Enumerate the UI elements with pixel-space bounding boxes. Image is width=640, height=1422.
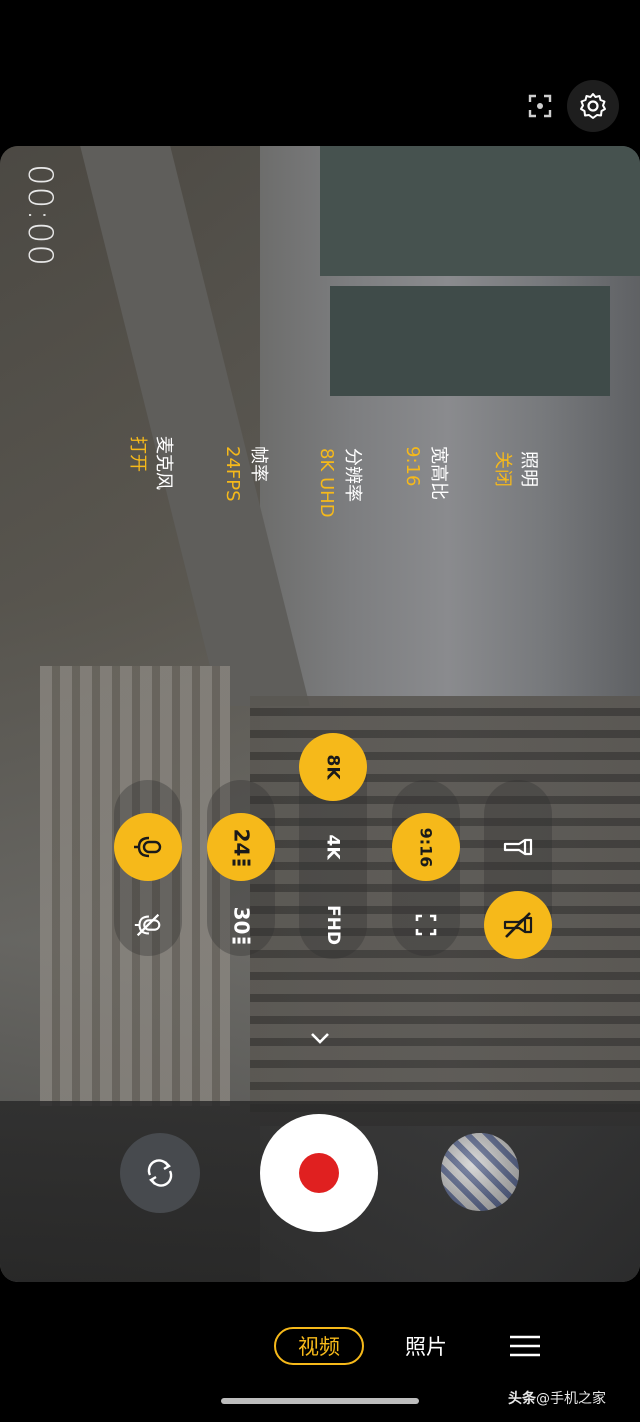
- collapse-panel-button[interactable]: [304, 1024, 336, 1052]
- flashlight-icon: [503, 838, 533, 856]
- gear-icon: [580, 93, 606, 119]
- fps-24-button[interactable]: 24: [207, 813, 275, 881]
- mic-off-icon: [134, 913, 161, 937]
- info-aspect-value: 9:16: [402, 446, 423, 487]
- mode-video-label: 视频: [298, 1335, 340, 1359]
- res-4k-label: 4K: [322, 834, 343, 860]
- mic-on-button[interactable]: [114, 813, 182, 881]
- home-indicator[interactable]: [221, 1398, 419, 1404]
- watermark-prefix: 头条: [508, 1391, 536, 1407]
- mode-video-tab[interactable]: 视频: [274, 1327, 364, 1365]
- switch-camera-icon: [147, 1159, 173, 1187]
- res-8k-label: 8K: [322, 754, 343, 780]
- mode-photo-label: 照片: [405, 1335, 447, 1359]
- info-lighting: 照明 关闭: [489, 451, 541, 541]
- watermark: 头条@手机之家: [508, 1388, 638, 1412]
- focus-frame-button[interactable]: [522, 88, 558, 124]
- info-framerate: 帧率 24FPS: [219, 446, 271, 546]
- info-resolution-label: 分辨率: [342, 448, 363, 502]
- res-fhd-label: FHD: [322, 905, 343, 945]
- info-resolution: 分辨率 8K UHD: [313, 448, 365, 568]
- light-off-button[interactable]: [484, 891, 552, 959]
- watermark-handle: @手机之家: [536, 1391, 606, 1407]
- fps-30-label: 30: [229, 906, 253, 935]
- fps-24-content: 24: [229, 829, 253, 866]
- tower-mid: [330, 286, 610, 396]
- tower-top-right: [320, 146, 640, 276]
- aspect-full-button[interactable]: [392, 891, 460, 959]
- info-mic: 麦克风 打开: [124, 436, 176, 536]
- info-lighting-label: 照明: [518, 451, 539, 487]
- aspect-916-label: 9:16: [416, 827, 436, 867]
- fps-24-label: 24: [229, 828, 253, 857]
- mic-off-button[interactable]: [114, 891, 182, 959]
- info-mic-value: 打开: [127, 436, 148, 472]
- settings-button[interactable]: [567, 80, 619, 132]
- thumbnail-image: [441, 1133, 519, 1211]
- camera-viewfinder[interactable]: [0, 146, 640, 1282]
- fullscreen-icon: [415, 914, 437, 936]
- record-dot-icon: [299, 1153, 339, 1193]
- film-icon: [232, 859, 250, 866]
- info-lighting-value: 关闭: [492, 451, 513, 487]
- more-modes-button[interactable]: [506, 1332, 544, 1360]
- chevron-down-icon: [311, 1033, 329, 1044]
- mic-icon: [134, 836, 162, 858]
- flashlight-off-icon: [503, 912, 533, 938]
- film-icon: [232, 937, 250, 944]
- gallery-thumbnail[interactable]: [441, 1133, 519, 1211]
- info-framerate-label: 帧率: [248, 446, 269, 482]
- focus-frame-icon: [528, 94, 552, 118]
- info-aspect: 宽高比 9:16: [399, 446, 451, 546]
- record-button[interactable]: [260, 1114, 378, 1232]
- mode-photo-tab[interactable]: 照片: [396, 1327, 456, 1365]
- res-4k-button[interactable]: 4K: [299, 813, 367, 881]
- info-framerate-value: 24FPS: [222, 446, 243, 502]
- info-resolution-value: 8K UHD: [316, 448, 337, 518]
- fps-30-button[interactable]: 30: [207, 891, 275, 959]
- res-fhd-button[interactable]: FHD: [299, 891, 367, 959]
- res-8k-button[interactable]: 8K: [299, 733, 367, 801]
- info-mic-label: 麦克风: [153, 436, 174, 490]
- info-aspect-label: 宽高比: [428, 446, 449, 500]
- light-on-button[interactable]: [484, 813, 552, 881]
- record-timer: 00:00: [20, 164, 60, 267]
- fps-30-content: 30: [229, 907, 253, 944]
- aspect-916-button[interactable]: 9:16: [392, 813, 460, 881]
- switch-camera-button[interactable]: [120, 1133, 200, 1213]
- menu-icon: [510, 1335, 540, 1357]
